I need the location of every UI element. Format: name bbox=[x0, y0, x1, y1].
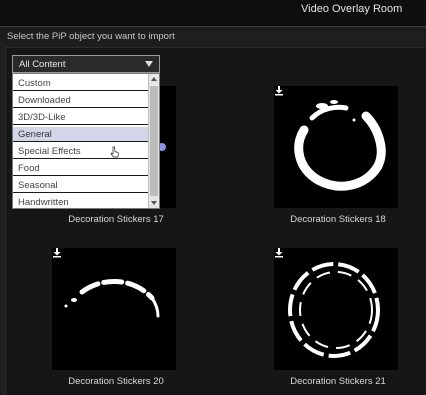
title-bar: Video Overlay Room bbox=[0, 0, 426, 26]
dropdown-option-handwritten[interactable]: Handwritten bbox=[13, 195, 149, 208]
sticker-label-18: Decoration Stickers 18 bbox=[290, 214, 386, 225]
download-icon[interactable] bbox=[274, 248, 284, 258]
sticker-thumbnail-20[interactable] bbox=[52, 248, 176, 370]
dropdown-option-3d[interactable]: 3D/3D-Like bbox=[13, 110, 149, 125]
sticker-thumbnail-21[interactable] bbox=[274, 248, 398, 370]
scroll-up-arrow-icon[interactable] bbox=[149, 74, 159, 85]
dropdown-option-food[interactable]: Food bbox=[13, 161, 149, 176]
dropdown-option-downloaded[interactable]: Downloaded bbox=[13, 93, 149, 108]
category-dropdown-value: All Content bbox=[19, 59, 66, 70]
dropdown-option-general[interactable]: General bbox=[13, 127, 149, 142]
sticker-label-17: Decoration Stickers 17 bbox=[68, 214, 164, 225]
scrollbar-thumb[interactable] bbox=[150, 86, 158, 196]
sticker-label-21: Decoration Stickers 21 bbox=[290, 376, 386, 387]
title-divider bbox=[0, 26, 426, 27]
download-icon[interactable] bbox=[274, 86, 284, 96]
mouse-cursor-icon bbox=[110, 146, 119, 158]
instructions-text: Select the PiP object you want to import bbox=[7, 31, 175, 42]
window-title: Video Overlay Room bbox=[301, 3, 403, 15]
dropdown-option-custom[interactable]: Custom bbox=[13, 76, 149, 91]
download-icon[interactable] bbox=[52, 248, 62, 258]
sticker-thumbnail-18[interactable] bbox=[274, 86, 398, 208]
scroll-down-arrow-icon[interactable] bbox=[149, 197, 159, 208]
chevron-down-icon bbox=[145, 61, 153, 67]
sticker-label-20: Decoration Stickers 20 bbox=[68, 376, 164, 387]
category-dropdown-list: Custom Downloaded 3D/3D-Like General Spe… bbox=[12, 73, 160, 209]
dropdown-scrollbar[interactable] bbox=[148, 74, 159, 208]
dropdown-option-seasonal[interactable]: Seasonal bbox=[13, 178, 149, 193]
category-dropdown[interactable]: All Content bbox=[12, 55, 160, 73]
dropdown-option-special-effects[interactable]: Special Effects bbox=[13, 144, 149, 159]
